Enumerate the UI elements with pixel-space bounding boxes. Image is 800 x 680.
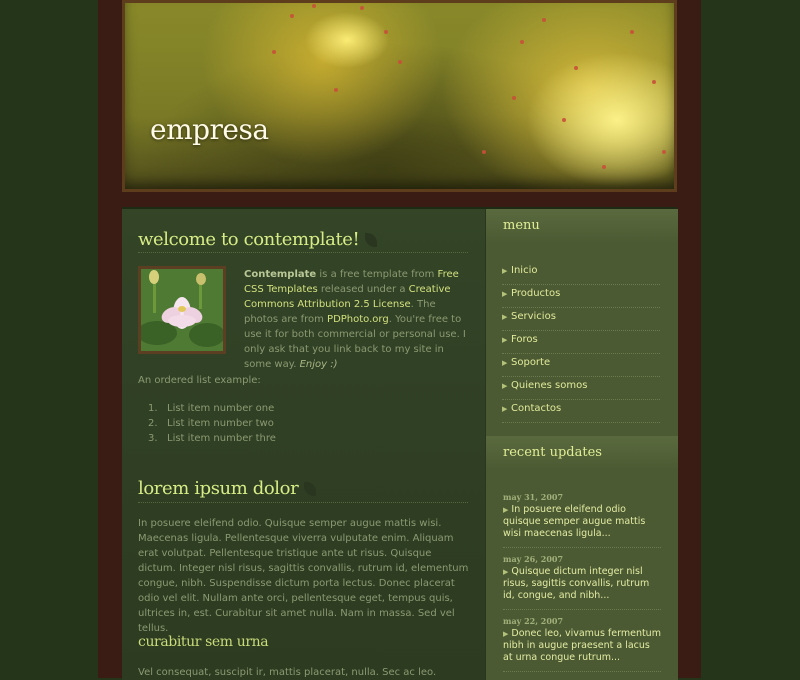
banner-decoration [334,88,338,92]
list-item-number: 1. [148,403,158,414]
site-title[interactable]: empresa [150,113,269,146]
menu-item-label: Foros [511,334,538,345]
arrow-icon: ▶ [503,630,509,638]
update-item[interactable]: may 26, 2007 ▶ Quisque dictum integer nis… [503,554,661,610]
sidebar: menu ▶ Inicio ▶ Productos ▶ Servicios ▶ Foro… [485,209,678,680]
list-item-number: 3. [148,433,158,444]
brand-name: Contemplate [244,269,317,280]
banner-decoration [520,40,524,44]
menu-item-productos[interactable]: ▶ Productos [502,285,660,308]
arrow-icon: ▶ [503,568,509,576]
banner-decoration [662,150,666,154]
list-item-text: List item number thre [167,433,276,444]
update-text-content: Donec leo, vivamus fermentum nibh in aug… [503,628,661,663]
list-item: 1. List item number one [148,401,276,416]
lotus-flower-image [141,269,223,351]
lorem-paragraph: In posuere eleifend odio. Quisque semper… [138,518,469,634]
menu-item-label: Inicio [511,265,538,276]
list-item-text: List item number one [167,403,275,414]
menu-item-contactos[interactable]: ▶ Contactos [502,400,660,423]
arrow-icon: ▶ [502,359,508,367]
recent-updates-heading: recent updates [486,436,678,470]
lorem-heading-text: lorem ipsum dolor [138,478,299,499]
welcome-heading-text: welcome to contemplate! [138,229,360,250]
menu-item-label: Contactos [511,403,562,414]
intro-text: is a free template from [316,269,438,280]
intro-text: released under a [317,284,409,295]
leaf-icon [365,233,378,247]
enjoy-text: Enjoy :) [299,359,338,370]
content-area: welcome to contemplate! Contemplate is a… [122,207,678,680]
banner-decoration [602,165,606,169]
ordered-list: 1. List item number one 2. List item numbe… [148,401,276,446]
update-text-content: Quisque dictum integer nisl risus, sagit… [503,566,650,601]
banner-decoration [652,80,656,84]
curabitur-heading: curabitur sem urna [138,634,269,650]
banner-decoration [360,6,364,10]
list-item-text: List item number two [167,418,274,429]
menu-item-label: Productos [511,288,561,299]
divider [138,252,468,253]
banner-decoration [512,96,516,100]
banner-decoration [384,30,388,34]
update-date: may 31, 2007 [503,492,564,502]
welcome-heading: welcome to contemplate! [138,229,378,250]
lotus-thumbnail [138,266,226,354]
list-item-number: 2. [148,418,158,429]
update-text-content: In posuere eleifend odio quisque semper … [503,504,646,539]
menu-item-servicios[interactable]: ▶ Servicios [502,308,660,331]
banner-decoration [574,66,578,70]
menu-item-inicio[interactable]: ▶ Inicio [502,262,660,285]
menu-heading: menu [486,209,678,243]
main-column: welcome to contemplate! Contemplate is a… [122,209,485,680]
arrow-icon: ▶ [502,382,508,390]
banner-decoration [312,4,316,8]
menu-item-label: Soporte [511,357,551,368]
menu-item-label: Quienes somos [511,380,588,391]
arrow-icon: ▶ [502,267,508,275]
banner-decoration [272,50,276,54]
leaf-icon [304,482,317,496]
banner-decoration [542,18,546,22]
banner-decoration [482,150,486,154]
banner-decoration [562,118,566,122]
update-text: ▶ In posuere eleifend odio quisque semper… [503,504,661,540]
divider [138,502,468,503]
update-item[interactable]: may 22, 2007 ▶ Donec leo, vivamus ferment… [503,616,661,672]
recent-updates-heading-text: recent updates [503,445,602,460]
update-text: ▶ Quisque dictum integer nisl risus, sagi… [503,566,661,602]
update-text: ▶ Donec leo, vivamus fermentum nibh in au… [503,628,661,664]
list-item: 3. List item number thre [148,431,276,446]
lorem-heading: lorem ipsum dolor [138,478,317,499]
ordered-list-label: An ordered list example: [138,375,261,386]
pdphoto-link[interactable]: PDPhoto.org [327,314,389,325]
arrow-icon: ▶ [502,290,508,298]
list-item: 2. List item number two [148,416,276,431]
menu-item-foros[interactable]: ▶ Foros [502,331,660,354]
update-date: may 22, 2007 [503,616,564,626]
intro-paragraph: Contemplate is a free template from Free… [244,267,466,372]
banner-decoration [290,14,294,18]
menu-item-soporte[interactable]: ▶ Soporte [502,354,660,377]
menu-heading-text: menu [503,218,540,233]
arrow-icon: ▶ [502,313,508,321]
banner-decoration [398,60,402,64]
arrow-icon: ▶ [502,336,508,344]
banner-decoration [630,30,634,34]
arrow-icon: ▶ [502,405,508,413]
arrow-icon: ▶ [503,506,509,514]
menu-item-label: Servicios [511,311,556,322]
header-banner: empresa [122,0,677,192]
menu-item-quienes-somos[interactable]: ▶ Quienes somos [502,377,660,400]
update-item[interactable]: may 31, 2007 ▶ In posuere eleifend odio q… [503,492,661,548]
update-date: may 26, 2007 [503,554,564,564]
